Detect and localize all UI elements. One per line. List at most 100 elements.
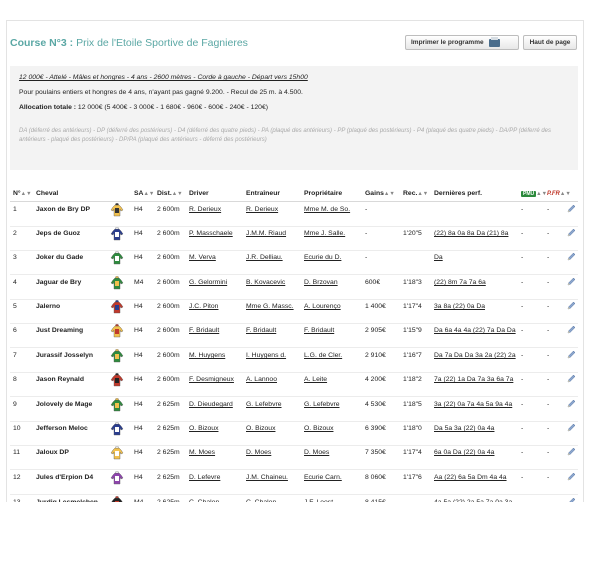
last-performances[interactable]: 7a (22) 1a Da 7a 3a 6a 7a: [434, 376, 520, 385]
table-row[interactable]: 3 Joker du Gade H4 2 600m M. Verva J.R. Delli…: [10, 251, 578, 275]
horse-name: Jurdig Lesmelchen: [36, 499, 108, 502]
table-row[interactable]: 4 Jaguar de Bry M4 2 600m G. Gelormini B. Kov…: [10, 276, 578, 300]
table-row[interactable]: 8 Jason Reynald H4 2 600m F. Desmigneux A. La…: [10, 373, 578, 397]
trainer-link[interactable]: D. Moes: [246, 449, 271, 457]
pencil-icon[interactable]: [566, 252, 577, 262]
back-to-top-button[interactable]: Haut de page: [523, 35, 577, 50]
col-rec[interactable]: Rec.▲▼: [403, 190, 428, 197]
driver-link[interactable]: O. Bizoux: [189, 425, 218, 433]
owner-link[interactable]: G. Lefebvre: [304, 401, 340, 409]
pencil-icon[interactable]: [566, 325, 577, 335]
trainer-link[interactable]: Mme G. Massc.: [246, 303, 294, 311]
pencil-icon[interactable]: [566, 277, 577, 287]
driver-link[interactable]: F. Bridault: [189, 327, 219, 335]
owner-link[interactable]: A. Lourenço: [304, 303, 341, 311]
horse-distance: 2 625m: [157, 474, 180, 481]
horse-gains: 600€: [365, 279, 381, 286]
driver-link[interactable]: D. Dieudegard: [189, 401, 233, 409]
table-row[interactable]: 13 Jurdig Lesmelchen M4 2 625m C. Chalon C. C…: [10, 496, 578, 502]
trainer-link[interactable]: F. Bridault: [246, 327, 276, 335]
owner-link[interactable]: D. Brzovan: [304, 279, 338, 287]
driver-link[interactable]: M. Moes: [189, 449, 215, 457]
print-program-button[interactable]: Imprimer le programme: [405, 35, 519, 50]
trainer-link[interactable]: A. Lannoo: [246, 376, 277, 384]
runner-number: 10: [13, 425, 21, 432]
pencil-icon[interactable]: [566, 472, 577, 482]
last-performances[interactable]: Da: [434, 254, 520, 263]
trainer-link[interactable]: I. Huygens d.: [246, 352, 286, 360]
owner-link[interactable]: Mme J. Salle.: [304, 230, 345, 238]
col-sa[interactable]: SA▲▼: [134, 190, 154, 197]
owner-link[interactable]: D. Moes: [304, 449, 329, 457]
table-row[interactable]: 12 Jules d'Erpion D4 H4 2 625m D. Lefevre J.M…: [10, 471, 578, 495]
driver-link[interactable]: M. Verva: [189, 254, 216, 262]
back-to-top-label: Haut de page: [529, 39, 571, 46]
pencil-icon[interactable]: [566, 399, 577, 409]
last-performances[interactable]: 6a 0a Da (22) 0a 4a: [434, 449, 520, 458]
col-gains[interactable]: Gains▲▼: [365, 190, 395, 197]
last-performances[interactable]: 3a 8a (22) 0a Da: [434, 303, 520, 312]
trainer-link[interactable]: C. Chalon: [246, 499, 276, 502]
col-dist[interactable]: Dist.▲▼: [157, 190, 183, 197]
table-row[interactable]: 11 Jaloux DP H4 2 625m M. Moes D. Moes D. Moes…: [10, 446, 578, 470]
owner-link[interactable]: F. Bridault: [304, 327, 334, 335]
pencil-icon[interactable]: [566, 497, 577, 502]
driver-link[interactable]: F. Desmigneux: [189, 376, 234, 384]
driver-link[interactable]: D. Lefevre: [189, 474, 220, 482]
runner-number: 4: [13, 279, 17, 286]
pencil-icon[interactable]: [566, 228, 577, 238]
last-performances[interactable]: (22) 8m 7a 7a 6a: [434, 279, 520, 288]
owner-link[interactable]: L.G. de Cler.: [304, 352, 342, 360]
last-performances[interactable]: 3a (22) 0a 7a 4a 5a 9a 4a: [434, 401, 520, 410]
owner-link[interactable]: Mme M. de So.: [304, 206, 350, 214]
driver-link[interactable]: R. Derieux: [189, 206, 221, 214]
driver-link[interactable]: J.C. Piton: [189, 303, 218, 311]
trainer-link[interactable]: G. Lefebvre: [246, 401, 282, 409]
horse-sex-age: H4: [134, 206, 143, 213]
trainer-link[interactable]: J.M. Chaineu.: [246, 474, 288, 482]
trainer-link[interactable]: O. Bizoux: [246, 425, 275, 433]
table-row[interactable]: 9 Jolovely de Mage H4 2 625m D. Dieudegard G.…: [10, 398, 578, 422]
horse-name: Jules d'Erpion D4: [36, 474, 94, 481]
last-performances[interactable]: Aa (22) 6a 5a Dm 4a 4a: [434, 474, 520, 483]
last-performances[interactable]: Da 7a Da Da 3a 2a (22) 2a: [434, 352, 520, 361]
owner-link[interactable]: A. Leite: [304, 376, 327, 384]
pmu-odds: -: [521, 499, 523, 502]
owner-link[interactable]: J.F. Leost: [304, 499, 333, 502]
table-row[interactable]: 2 Jeps de Guoz H4 2 600m P. Masschaele J.M.M.…: [10, 227, 578, 251]
col-pfr[interactable]: P.FR▲▼: [547, 190, 571, 197]
table-row[interactable]: 1 Jaxon de Bry DP H4 2 600m R. Derieux R. Der…: [10, 203, 578, 227]
pencil-icon[interactable]: [566, 350, 577, 360]
pencil-icon[interactable]: [566, 301, 577, 311]
driver-link[interactable]: P. Masschaele: [189, 230, 233, 238]
trainer-link[interactable]: B. Kovacevic: [246, 279, 285, 287]
col-no[interactable]: N°▲▼: [13, 190, 32, 197]
last-performances[interactable]: 4a 5a (22) 2a 5a 7a 0a 3a: [434, 499, 520, 502]
pencil-icon[interactable]: [566, 423, 577, 433]
owner-link[interactable]: O. Bizoux: [304, 425, 333, 433]
owner-link[interactable]: Ecurie Carn.: [304, 474, 342, 482]
driver-link[interactable]: C. Chalon: [189, 499, 219, 502]
owner-link[interactable]: Ecurie du D.: [304, 254, 341, 262]
pencil-icon[interactable]: [566, 204, 577, 214]
horse-name: Jolovely de Mage: [36, 401, 93, 408]
pencil-icon[interactable]: [566, 447, 577, 457]
table-row[interactable]: 6 Just Dreaming H4 2 600m F. Bridault F. Brid…: [10, 324, 578, 348]
table-row[interactable]: 7 Jurassif Josselyn H4 2 600m M. Huygens I. H…: [10, 349, 578, 373]
race-eligibility: Pour poulains entiers et hongres de 4 an…: [19, 89, 303, 96]
table-row[interactable]: 5 Jalerno H4 2 600m J.C. Piton Mme G. Massc. A…: [10, 300, 578, 324]
driver-link[interactable]: M. Huygens: [189, 352, 225, 360]
pencil-icon[interactable]: [566, 374, 577, 384]
horse-name: Just Dreaming: [36, 327, 84, 334]
runner-number: 2: [13, 230, 17, 237]
driver-link[interactable]: G. Gelormini: [189, 279, 227, 287]
last-performances[interactable]: Da 5a 3a (22) 0a 4a: [434, 425, 520, 434]
last-performances[interactable]: Da 6a 4a 4a (22) 7a Da Da: [434, 327, 520, 336]
table-row[interactable]: 10 Jefferson Meloc H4 2 625m O. Bizoux O. Biz…: [10, 422, 578, 446]
col-pmu[interactable]: PMU ▲▼: [521, 190, 547, 197]
trainer-link[interactable]: J.M.M. Riaud: [246, 230, 286, 238]
horse-gains: 7 350€: [365, 449, 386, 456]
trainer-link[interactable]: J.R. Delliau.: [246, 254, 283, 262]
trainer-link[interactable]: R. Derieux: [246, 206, 278, 214]
last-performances[interactable]: (22) 8a 0a 8a Da (21) 8a: [434, 230, 520, 239]
